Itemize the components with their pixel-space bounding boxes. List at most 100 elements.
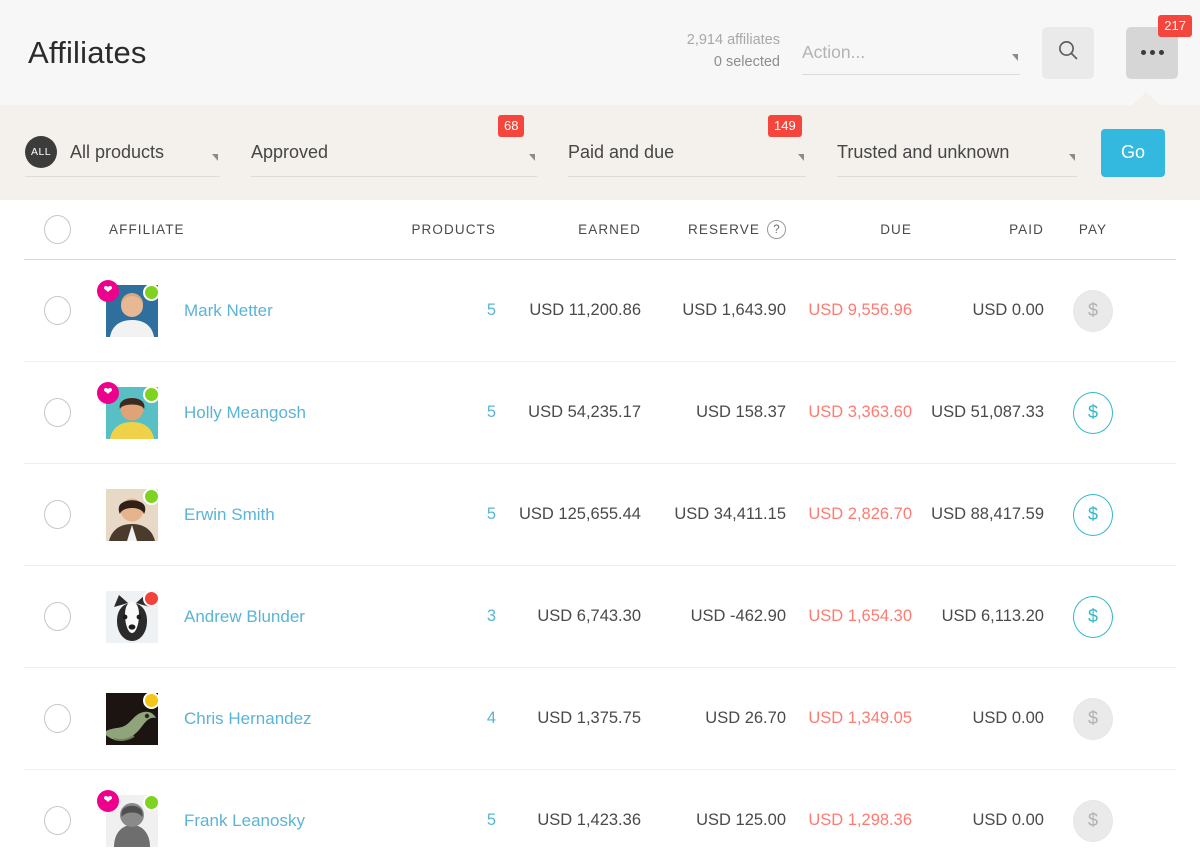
due-value: USD 3,363.60 xyxy=(808,403,912,421)
paid-value: USD 88,417.59 xyxy=(931,505,1044,523)
table-row[interactable]: Andrew Blunder 3 USD 6,743.30 USD -462.90 US… xyxy=(24,566,1176,668)
earned-value: USD 6,743.30 xyxy=(537,607,641,625)
page-header: Affiliates 2,914 affiliates 0 selected A… xyxy=(0,0,1200,106)
affiliate-cell: ❤ Frank Leanosky xyxy=(84,789,386,847)
products-count-link[interactable]: 5 xyxy=(487,811,496,829)
products-count-link[interactable]: 5 xyxy=(487,505,496,523)
affiliate-name-link[interactable]: Andrew Blunder xyxy=(184,607,305,627)
due-value: USD 2,826.70 xyxy=(808,505,912,523)
select-all-checkbox[interactable] xyxy=(44,215,71,244)
earned-cell: USD 54,235.17 xyxy=(496,403,641,422)
column-header-reserve: RESERVE ? xyxy=(641,220,786,239)
due-value: USD 1,298.36 xyxy=(808,811,912,829)
products-count-link[interactable]: 3 xyxy=(487,607,496,625)
status-dot xyxy=(143,589,160,607)
products-count-link[interactable]: 5 xyxy=(487,403,496,421)
row-select-checkbox[interactable] xyxy=(44,296,71,325)
table-row[interactable]: Erwin Smith 5 USD 125,655.44 USD 34,411.15 U… xyxy=(24,464,1176,566)
paid-cell: USD 6,113.20 xyxy=(912,607,1044,626)
pay-button[interactable]: $ xyxy=(1073,595,1113,638)
paid-value: USD 51,087.33 xyxy=(931,403,1044,421)
filter-status[interactable]: Approved 68 xyxy=(251,114,537,177)
earned-cell: USD 11,200.86 xyxy=(496,301,641,320)
chevron-down-icon xyxy=(1012,53,1018,61)
go-button[interactable]: Go xyxy=(1101,128,1165,177)
filter-trust[interactable]: Trusted and unknown xyxy=(837,129,1077,177)
products-count-link[interactable]: 5 xyxy=(487,301,496,319)
filter-payment[interactable]: Paid and due 149 xyxy=(568,114,806,177)
affiliate-cell: ❤ Holly Meangosh xyxy=(84,381,386,439)
chevron-down-icon xyxy=(212,153,218,161)
column-header-affiliate: AFFILIATE xyxy=(109,222,185,237)
due-value: USD 1,654.30 xyxy=(808,607,912,625)
select-all-cell xyxy=(24,215,84,244)
affiliate-counts: 2,914 affiliates 0 selected xyxy=(687,30,780,74)
paid-cell: USD 51,087.33 xyxy=(912,403,1044,422)
row-select-checkbox[interactable] xyxy=(44,602,71,631)
reserve-cell: USD -462.90 xyxy=(641,607,786,626)
pay-cell: $ xyxy=(1044,697,1142,740)
search-button[interactable] xyxy=(1042,26,1094,79)
action-select[interactable]: Action... xyxy=(802,31,1020,75)
affiliate-name-link[interactable]: Frank Leanosky xyxy=(184,811,305,831)
table-row[interactable]: ❤ Mark Netter 5 USD 11,200.86 USD 1,643.90 US… xyxy=(24,260,1176,362)
due-cell: USD 1,349.05 xyxy=(786,709,912,728)
pay-cell: $ xyxy=(1044,493,1142,536)
avatar xyxy=(106,487,160,541)
affiliate-name-link[interactable]: Holly Meangosh xyxy=(184,403,306,423)
table-header-row: AFFILIATE PRODUCTS EARNED RESERVE ? DUE … xyxy=(24,200,1176,260)
paid-cell: USD 0.00 xyxy=(912,301,1044,320)
header-actions: 2,914 affiliates 0 selected Action... 21… xyxy=(687,14,1192,79)
filter-payment-badge: 149 xyxy=(768,114,802,137)
row-select-checkbox[interactable] xyxy=(44,704,71,733)
chevron-down-icon xyxy=(1069,153,1075,161)
earned-value: USD 54,235.17 xyxy=(528,403,641,421)
row-select-checkbox[interactable] xyxy=(44,500,71,529)
table-row[interactable]: ❤ Holly Meangosh 5 USD 54,235.17 USD 158.37 U… xyxy=(24,362,1176,464)
more-options-button[interactable]: 217 xyxy=(1126,14,1192,79)
reserve-cell: USD 1,643.90 xyxy=(641,301,786,320)
all-products-chip: ALL xyxy=(25,136,57,168)
total-count-label: 2,914 affiliates xyxy=(686,32,780,49)
affiliate-name-link[interactable]: Chris Hernandez xyxy=(184,709,312,729)
search-icon xyxy=(1056,38,1080,67)
reserve-cell: USD 34,411.15 xyxy=(641,505,786,524)
products-count-link[interactable]: 4 xyxy=(487,709,496,727)
row-select-checkbox[interactable] xyxy=(44,806,71,835)
paid-value: USD 6,113.20 xyxy=(941,607,1044,625)
row-select-cell xyxy=(24,704,84,733)
affiliate-name-link[interactable]: Mark Netter xyxy=(184,301,273,321)
due-cell: USD 2,826.70 xyxy=(786,505,912,524)
affiliate-cell: Andrew Blunder xyxy=(84,589,386,643)
column-header-earned: EARNED xyxy=(578,222,641,237)
favorite-heart-icon: ❤ xyxy=(97,789,119,812)
paid-cell: USD 0.00 xyxy=(912,709,1044,728)
pay-cell: $ xyxy=(1044,289,1142,332)
earned-cell: USD 125,655.44 xyxy=(496,505,641,524)
filter-products-label: All products xyxy=(70,141,165,162)
pay-button[interactable]: $ xyxy=(1073,391,1113,434)
help-icon[interactable]: ? xyxy=(767,220,786,239)
products-cell: 4 xyxy=(386,709,496,728)
ellipsis-icon xyxy=(1140,50,1164,55)
status-dot xyxy=(143,691,160,709)
reserve-cell: USD 125.00 xyxy=(641,811,786,830)
filter-status-badge: 68 xyxy=(498,114,525,137)
favorite-heart-icon: ❤ xyxy=(97,381,119,404)
table-row[interactable]: ❤ Frank Leanosky 5 USD 1,423.36 USD 125.00 US… xyxy=(24,770,1176,859)
pay-button[interactable]: $ xyxy=(1073,799,1113,842)
page-title: Affiliates xyxy=(28,34,147,70)
filterbar-pointer xyxy=(1131,92,1161,106)
affiliate-name-link[interactable]: Erwin Smith xyxy=(184,505,275,525)
table-row[interactable]: Chris Hernandez 4 USD 1,375.75 USD 26.70 USD… xyxy=(24,668,1176,770)
avatar xyxy=(106,691,160,745)
earned-value: USD 125,655.44 xyxy=(518,505,641,523)
pay-button[interactable]: $ xyxy=(1073,697,1113,740)
reserve-value: USD 158.37 xyxy=(696,403,786,421)
row-select-checkbox[interactable] xyxy=(44,398,71,427)
filter-products[interactable]: ALL All products xyxy=(25,129,220,177)
pay-button[interactable]: $ xyxy=(1073,289,1113,332)
products-cell: 5 xyxy=(386,301,496,320)
pay-button[interactable]: $ xyxy=(1073,493,1113,536)
due-cell: USD 3,363.60 xyxy=(786,403,912,422)
